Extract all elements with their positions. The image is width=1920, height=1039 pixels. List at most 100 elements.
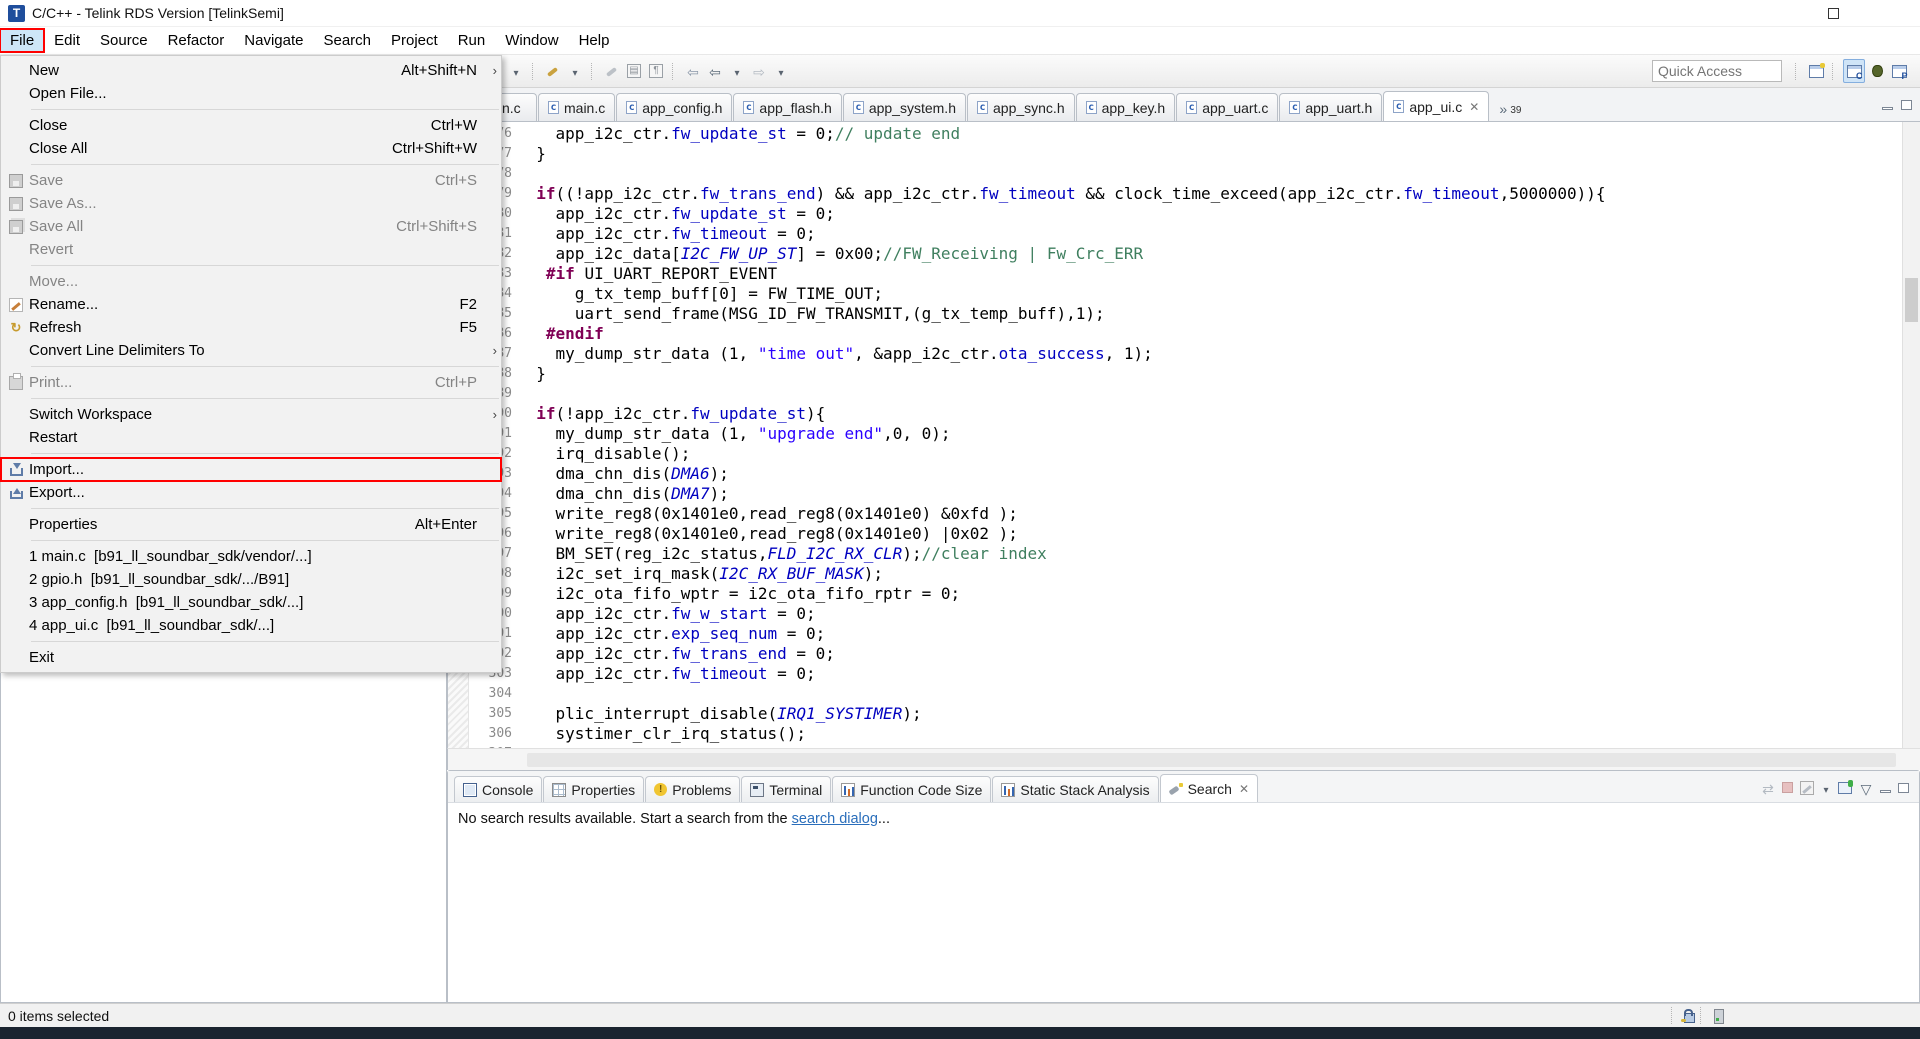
view-tab-label: Problems [672, 782, 731, 798]
show-whitespace-button[interactable]: ¶ [646, 60, 666, 82]
forward-button[interactable]: ⇨ [749, 60, 769, 82]
telink-perspective-button[interactable]: P [1889, 60, 1909, 82]
view-tab-function-code-size[interactable]: Function Code Size [832, 776, 991, 802]
mark-occurrences-button[interactable] [602, 60, 622, 82]
view-tab-static-stack-analysis[interactable]: Static Stack Analysis [992, 776, 1158, 802]
last-edit-location-button[interactable]: ⇦ [683, 60, 703, 82]
debug-perspective-button[interactable] [1867, 60, 1887, 82]
pin-view-button[interactable] [1838, 779, 1852, 797]
editor-tab-app-uart-c[interactable]: capp_uart.c [1176, 93, 1278, 121]
mark-occurrences-icon [605, 64, 619, 78]
highlight-pen-button[interactable] [543, 60, 563, 82]
editor-tab-app-key-h[interactable]: capp_key.h [1076, 93, 1176, 121]
dropdown-arrow-button[interactable]: ▾ [565, 60, 585, 82]
menu-item-rename[interactable]: Rename...F2 [1, 293, 501, 316]
window-maximize-button[interactable] [1804, 0, 1862, 27]
dropdown-arrow-button[interactable]: ▾ [506, 60, 526, 82]
menu-item-convert-line-delimiters-to[interactable]: Convert Line Delimiters To› [1, 339, 501, 362]
editor-tab-app-system-h[interactable]: capp_system.h [843, 93, 966, 121]
code-editor[interactable]: 2762772782792802812822832842852862872882… [447, 122, 1920, 748]
run-search-button[interactable]: ⇄ [1761, 779, 1775, 797]
cpp-perspective-button[interactable]: C [1843, 59, 1865, 83]
menu-item-1-main-c-b91-ll-soundbar-sdk-vendor[interactable]: 1 main.c [b91_ll_soundbar_sdk/vendor/...… [1, 545, 501, 568]
window-minimize-button[interactable] [1746, 0, 1804, 27]
dropdown-arrow-button[interactable]: ▾ [1821, 779, 1831, 797]
edit-search-button[interactable] [1800, 779, 1814, 797]
editor-tab-app-config-h[interactable]: capp_config.h [616, 93, 732, 121]
last-edit-location-icon: ⇦ [686, 64, 700, 78]
menu-item-open-file[interactable]: Open File... [1, 82, 501, 105]
tab-overflow-indicator[interactable]: »39 [1496, 94, 1521, 121]
bottom-tabbar: Console Properties !ProblemsTerminalFuncti… [448, 771, 1919, 803]
view-tab-search[interactable]: Search✕ [1160, 774, 1258, 802]
editor-tab-app-uart-h[interactable]: capp_uart.h [1279, 93, 1382, 121]
menu-item-2-gpio-h-b91-ll-soundbar-sdk-b91[interactable]: 2 gpio.h [b91_ll_soundbar_sdk/.../B91] [1, 568, 501, 591]
menu-help[interactable]: Help [569, 29, 620, 52]
quick-access-input[interactable] [1652, 60, 1782, 82]
view-menu-button[interactable]: ▽ [1859, 779, 1873, 797]
menu-run[interactable]: Run [448, 29, 496, 52]
code-line: my_dump_str_data (1, "time out", &app_i2… [517, 344, 1898, 364]
menu-window[interactable]: Window [495, 29, 568, 52]
menu-navigate[interactable]: Navigate [234, 29, 313, 52]
view-tab-problems[interactable]: !Problems [645, 776, 740, 802]
menu-source[interactable]: Source [90, 29, 158, 52]
search-dialog-link[interactable]: search dialog [792, 811, 878, 827]
menu-item-import[interactable]: Import... [1, 458, 501, 481]
menu-edit[interactable]: Edit [44, 29, 90, 52]
editor-tab-app-sync-h[interactable]: capp_sync.h [967, 93, 1075, 121]
code-area[interactable]: app_i2c_ctr.fw_update_st = 0;// update e… [517, 124, 1898, 748]
menu-project[interactable]: Project [381, 29, 448, 52]
menu-item-label: Open File... [29, 85, 107, 102]
editor-tab-app-ui-c[interactable]: capp_ui.c✕ [1383, 91, 1489, 121]
tab-label: n.c [502, 100, 521, 116]
menu-item-3-app-config-h-b91-ll-soundbar-sdk[interactable]: 3 app_config.h [b91_ll_soundbar_sdk/...] [1, 591, 501, 614]
tab-label: app_uart.h [1305, 100, 1372, 116]
horizontal-scrollbar[interactable] [447, 748, 1920, 770]
minimize-editor-button[interactable] [1882, 96, 1893, 114]
dropdown-arrow-button[interactable]: ▾ [771, 60, 791, 82]
toolbar-right: CP [1652, 59, 1910, 83]
code-line: i2c_set_irq_mask(I2C_RX_BUF_MASK); [517, 564, 1898, 584]
menu-search[interactable]: Search [313, 29, 381, 52]
menu-item-exit[interactable]: Exit [1, 646, 501, 669]
view-tab-terminal[interactable]: Terminal [741, 776, 831, 802]
menu-item-new[interactable]: NewAlt+Shift+N› [1, 59, 501, 82]
editor-tab-n-c[interactable]: n.c [500, 93, 537, 121]
code-line: g_tx_temp_buff[0] = FW_TIME_OUT; [517, 284, 1898, 304]
open-perspective-button[interactable] [1806, 60, 1826, 82]
menu-item-restart[interactable]: Restart [1, 426, 501, 449]
status-separator [1700, 1007, 1705, 1024]
menu-file[interactable]: File [0, 29, 44, 52]
vertical-scrollbar[interactable] [1902, 122, 1920, 748]
horizontal-scrollbar-thumb[interactable] [527, 753, 1896, 767]
maximize-view-button[interactable] [1898, 779, 1909, 797]
terminal-icon [750, 783, 764, 797]
maximize-editor-button[interactable] [1901, 96, 1912, 114]
editor-tab-app-flash-h[interactable]: capp_flash.h [733, 93, 841, 121]
toolbar-separator [672, 63, 677, 80]
view-tab-close-icon[interactable]: ✕ [1239, 782, 1249, 796]
menu-item-4-app-ui-c-b91-ll-soundbar-sdk[interactable]: 4 app_ui.c [b91_ll_soundbar_sdk/...] [1, 614, 501, 637]
editor-tab-main-c[interactable]: cmain.c [538, 93, 615, 121]
terminate-button[interactable] [1782, 779, 1793, 797]
run-search-icon: ⇄ [1761, 781, 1775, 795]
minimize-view-button[interactable] [1880, 779, 1891, 797]
back-button[interactable]: ⇦ [705, 60, 725, 82]
view-tab-label: Properties [571, 782, 635, 798]
tab-close-icon[interactable]: ✕ [1469, 100, 1479, 114]
view-tab-console[interactable]: Console [454, 776, 542, 802]
menu-item-properties[interactable]: PropertiesAlt+Enter [1, 513, 501, 536]
show-source-button[interactable]: ▤ [624, 60, 644, 82]
vertical-scrollbar-thumb[interactable] [1905, 278, 1918, 322]
window-close-button[interactable] [1862, 0, 1920, 27]
view-tab-properties[interactable]: Properties [543, 776, 644, 802]
dropdown-arrow-button[interactable]: ▾ [727, 60, 747, 82]
menu-refactor[interactable]: Refactor [158, 29, 235, 52]
menu-item-switch-workspace[interactable]: Switch Workspace› [1, 403, 501, 426]
menu-item-export[interactable]: Export... [1, 481, 501, 504]
menu-item-label: Save [29, 172, 63, 189]
menu-item-close-all[interactable]: Close AllCtrl+Shift+W [1, 137, 501, 160]
menu-item-refresh[interactable]: ↻RefreshF5 [1, 316, 501, 339]
menu-item-close[interactable]: CloseCtrl+W [1, 114, 501, 137]
